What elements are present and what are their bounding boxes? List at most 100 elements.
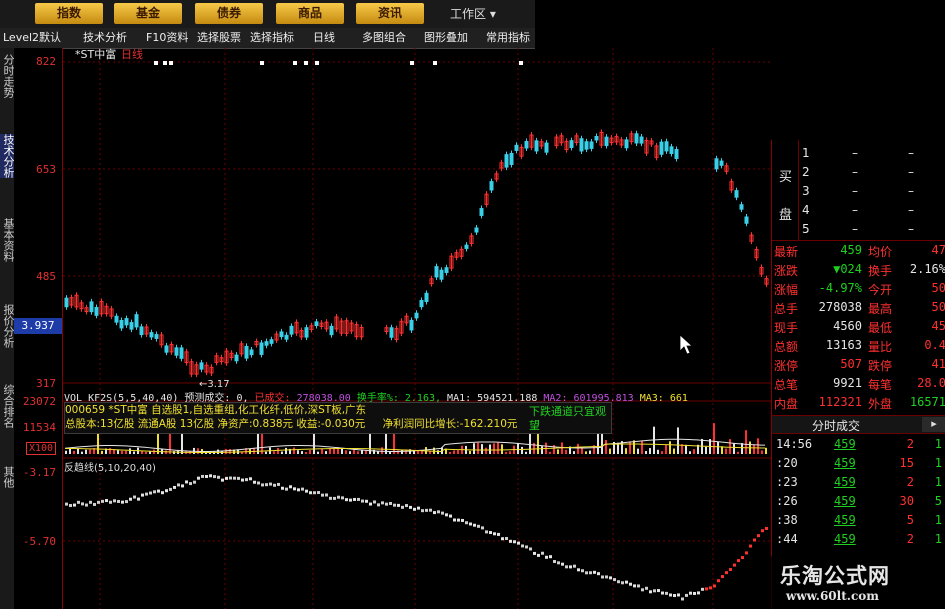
ticks-header-label[interactable]: 分时成交 xyxy=(812,417,860,434)
menu-overlay[interactable]: 图形叠加 xyxy=(424,29,468,46)
indicator-dot xyxy=(709,586,712,590)
vtab-technical[interactable]: 技术分析 xyxy=(0,134,15,178)
candle-body xyxy=(589,141,594,149)
volume-bar xyxy=(257,430,259,454)
indicator-dot xyxy=(657,589,660,593)
volume-bar xyxy=(261,430,263,454)
volume-bar xyxy=(549,451,551,454)
indicator-dot xyxy=(757,534,760,538)
volume-bar xyxy=(725,448,727,454)
dropdown-icon: ▾ xyxy=(489,7,496,21)
quote-row: 内盘 112321 外盘 16571 xyxy=(772,395,945,414)
quote-value: 28.0 xyxy=(917,376,945,390)
indicator-dot xyxy=(445,513,448,517)
candle-body xyxy=(669,146,674,155)
tick-price: 459 xyxy=(834,494,856,508)
quote-row: 现手 4560 最低 45 xyxy=(772,319,945,338)
quote-value: 50 xyxy=(931,300,945,314)
indicator-dot xyxy=(409,505,412,509)
indicator-dot xyxy=(253,480,256,484)
tick-time: :26 xyxy=(776,494,798,508)
volume-bar xyxy=(605,440,607,454)
watermark-title: 乐淘公式网 xyxy=(780,564,890,588)
indicator-dot xyxy=(465,521,468,525)
volume-bar xyxy=(693,449,695,454)
vtab-ranking[interactable]: 综合排名 xyxy=(0,384,15,428)
ob-level: 4 xyxy=(802,203,810,217)
ticks-arrow-icon[interactable]: ▸ xyxy=(922,417,945,432)
volume-bar xyxy=(669,441,671,454)
menu-daily[interactable]: 日线 xyxy=(313,29,335,46)
menu-select-stock[interactable]: 选择股票 xyxy=(197,29,241,46)
volume-bar xyxy=(657,449,659,454)
quote-label: 现手 xyxy=(774,321,799,335)
menu-f10[interactable]: F10资料 xyxy=(146,29,188,46)
menu-common-indicators[interactable]: 常用指标 xyxy=(486,29,530,46)
quote-value: 45 xyxy=(931,319,945,333)
volume-bar xyxy=(525,451,527,454)
candle-body xyxy=(234,354,239,362)
vtab-intraday[interactable]: 分时走势 xyxy=(0,54,15,98)
quote-rows: 最新 459 均价 47 涨跌 ▼024 换手 2.16% 涨幅 -4.97% 今开 50 总手 2780… xyxy=(772,243,945,414)
indicator-dot xyxy=(165,489,168,493)
indicator-dot xyxy=(597,572,600,576)
volume-bar xyxy=(85,449,87,454)
tick-volume: 30 xyxy=(899,494,914,508)
volume-bar xyxy=(501,444,503,454)
indicator-dot xyxy=(625,580,628,584)
volume-bar xyxy=(689,451,691,454)
volume-bar xyxy=(133,451,135,454)
candle-body xyxy=(139,326,144,336)
indicator-dot xyxy=(693,591,696,595)
candle-body xyxy=(314,321,319,327)
vtab-basic[interactable]: 基本资料 xyxy=(0,218,15,262)
tab-news[interactable]: 资讯 xyxy=(356,3,424,24)
quote-row: 总笔 9921 每笔 28.0 xyxy=(772,376,945,395)
vol-ma3: MA3: 661 xyxy=(639,393,688,402)
vol-ma1: MA1: 594521.188 xyxy=(447,393,538,402)
kline-chart[interactable]: *ST中富 日线 ←3.17 xyxy=(63,48,771,609)
indicator-dot xyxy=(677,593,680,597)
volume-bar xyxy=(705,446,707,454)
volume-bar xyxy=(129,448,131,454)
tick-count: 1 xyxy=(934,456,942,470)
volume-bar xyxy=(325,451,327,454)
candle-body xyxy=(179,347,184,359)
indicator-dot xyxy=(549,555,552,559)
candle-body xyxy=(409,319,414,331)
volume-bar xyxy=(437,450,439,454)
workarea-menu[interactable]: 工作区 ▾ xyxy=(450,5,496,22)
indicator-dot xyxy=(369,502,372,506)
vtab-other[interactable]: 其他 xyxy=(0,466,15,488)
indicator-dot xyxy=(593,570,596,574)
menu-select-indicator[interactable]: 选择指标 xyxy=(250,29,294,46)
indicator-dot xyxy=(289,485,292,489)
tab-commodity[interactable]: 商品 xyxy=(276,3,344,24)
menu-technical-analysis[interactable]: 技术分析 xyxy=(83,29,127,46)
menu-multi-chart[interactable]: 多图组合 xyxy=(362,29,406,46)
indicator-dot xyxy=(217,475,220,479)
indicator-dot xyxy=(125,500,128,504)
candle-body xyxy=(89,301,94,313)
indicator-dot xyxy=(453,518,456,522)
ob-volume: – xyxy=(908,184,914,198)
stock-info-box: 000659 *ST中富 自选股1,自选重组,化工化纤,低价,深ST板,广东 总… xyxy=(64,402,612,434)
tab-bond[interactable]: 债券 xyxy=(195,3,263,24)
mouse-cursor-icon xyxy=(679,334,694,355)
indicator-dot xyxy=(417,506,420,510)
vtab-quote[interactable]: 报价分析 xyxy=(0,304,15,348)
volume-bar xyxy=(757,438,759,454)
indicator-dot xyxy=(197,476,200,480)
indicator-title: 反趋线(5,10,20,40) xyxy=(64,463,156,474)
indicator-dot xyxy=(193,480,196,484)
tab-fund[interactable]: 基金 xyxy=(114,3,182,24)
indicator-dot xyxy=(365,499,368,503)
volume-bar xyxy=(673,448,675,454)
indicator-dot xyxy=(729,568,732,572)
grid-lines xyxy=(63,48,771,609)
menu-level2-default[interactable]: Level2默认 xyxy=(3,29,61,46)
quote-label: 均价 xyxy=(868,245,893,259)
candle-body xyxy=(164,345,169,353)
indicator-dot xyxy=(213,475,216,479)
tab-index[interactable]: 指数 xyxy=(35,3,103,24)
